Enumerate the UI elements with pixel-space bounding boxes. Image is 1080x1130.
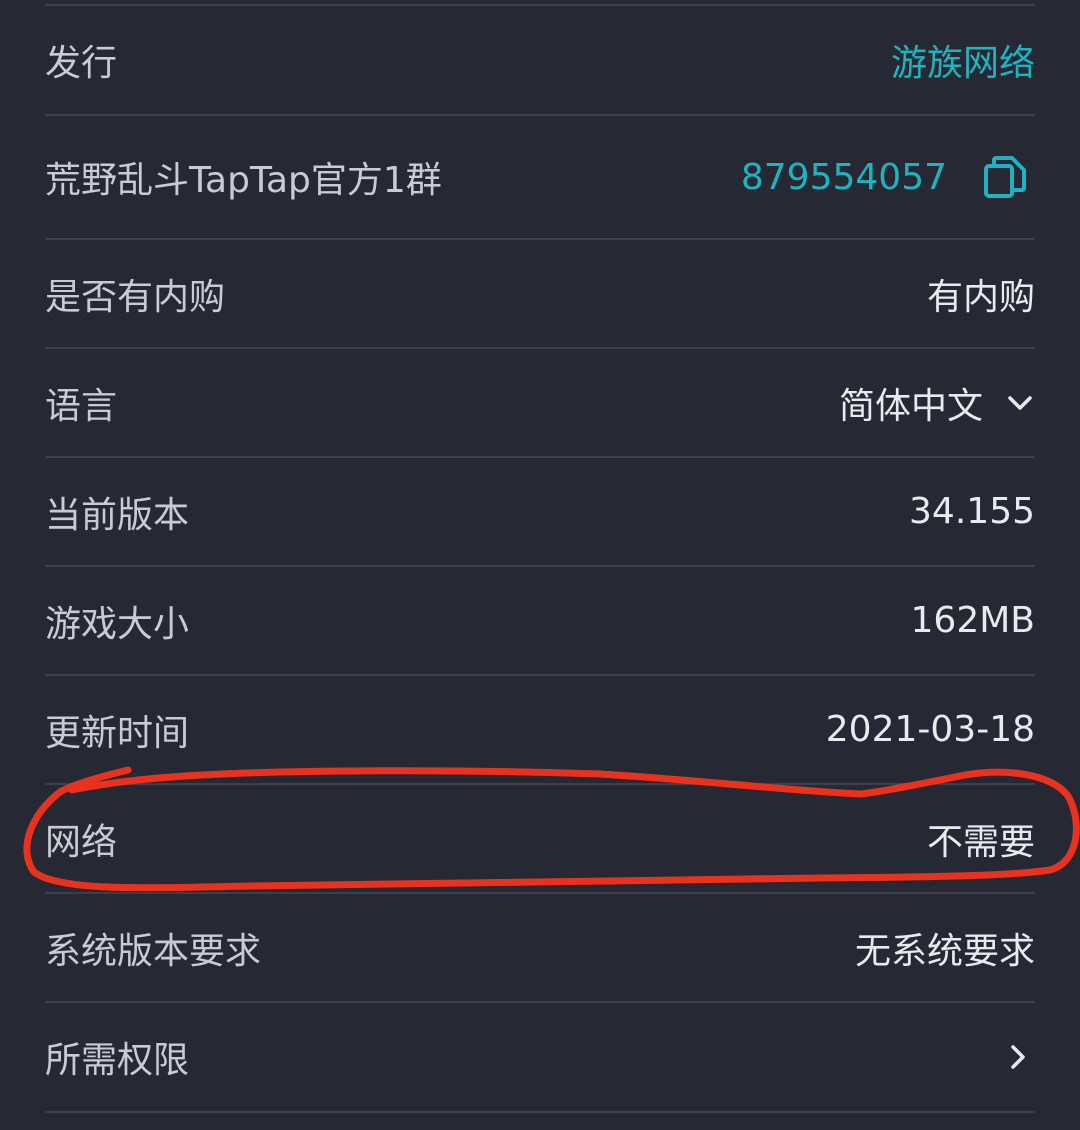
system-requirement-label: 系统版本要求 <box>45 930 262 972</box>
info-row-publisher: 发行 游族网络 <box>45 6 1035 116</box>
publisher-link[interactable]: 游族网络 <box>891 34 1035 86</box>
permissions-value-wrap <box>1003 1042 1035 1072</box>
info-row-update-time: 更新时间 2021-03-18 <box>45 676 1035 785</box>
publisher-label: 发行 <box>45 43 118 84</box>
in-app-purchase-label: 是否有内购 <box>45 276 226 318</box>
chevron-right-icon[interactable] <box>1003 1042 1033 1072</box>
app-info-page: 发行 游族网络 荒野乱斗TapTap官方1群 879554057 是否有内购 有… <box>0 0 1080 1130</box>
game-size-label: 游戏大小 <box>45 603 190 645</box>
game-size-value: 162MB <box>910 600 1035 641</box>
info-row-language[interactable]: 语言 简体中文 <box>45 349 1035 458</box>
language-selector[interactable]: 简体中文 <box>839 377 1035 429</box>
update-time-label: 更新时间 <box>45 712 190 754</box>
current-version-value: 34.155 <box>909 491 1035 532</box>
language-value: 简体中文 <box>838 385 983 427</box>
qq-group-number[interactable]: 879554057 <box>741 157 947 198</box>
info-row-game-size: 游戏大小 162MB <box>45 567 1035 676</box>
permissions-label: 所需权限 <box>45 1040 190 1081</box>
info-row-system-requirement: 系统版本要求 无系统要求 <box>45 894 1035 1003</box>
info-row-qq-group: 荒野乱斗TapTap官方1群 879554057 <box>45 116 1035 240</box>
info-row-current-version: 当前版本 34.155 <box>45 458 1035 567</box>
info-row-permissions[interactable]: 所需权限 <box>45 1003 1035 1113</box>
qq-group-label: 荒野乱斗TapTap官方1群 <box>45 160 442 201</box>
qq-group-value-wrap: 879554057 <box>741 155 1035 199</box>
network-value: 不需要 <box>926 821 1035 863</box>
network-label: 网络 <box>45 821 118 863</box>
system-requirement-value: 无系统要求 <box>854 930 1035 972</box>
in-app-purchase-value: 有内购 <box>926 276 1035 318</box>
update-time-value: 2021-03-18 <box>825 709 1035 750</box>
copy-icon[interactable] <box>983 155 1027 199</box>
language-label: 语言 <box>45 385 118 427</box>
current-version-label: 当前版本 <box>45 494 190 536</box>
chevron-down-icon <box>1008 395 1032 410</box>
info-row-in-app-purchase: 是否有内购 有内购 <box>45 240 1035 349</box>
info-row-network: 网络 不需要 <box>45 785 1035 894</box>
app-info-list: 发行 游族网络 荒野乱斗TapTap官方1群 879554057 是否有内购 有… <box>45 0 1035 1113</box>
